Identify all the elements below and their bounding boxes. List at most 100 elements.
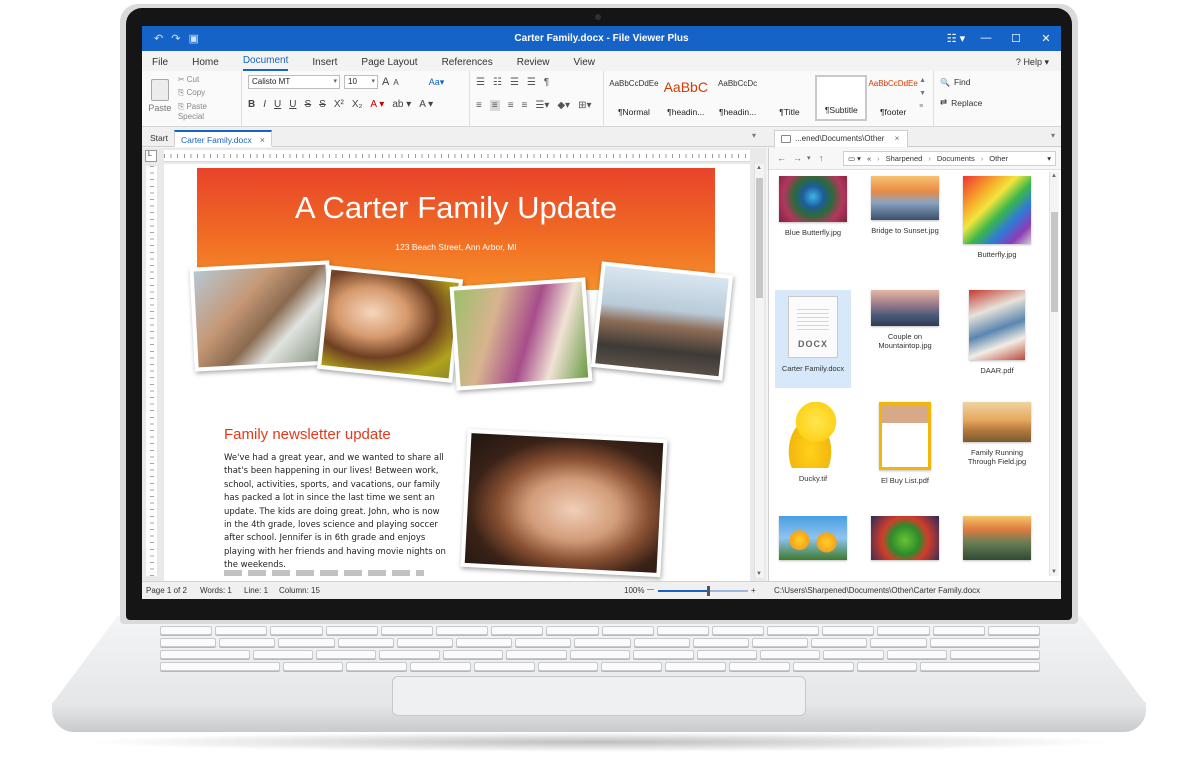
highlight-button[interactable]: ab ▾ bbox=[392, 99, 411, 110]
bold-button[interactable]: B bbox=[248, 99, 255, 110]
file-item-ducky-tif[interactable]: Ducky.tif bbox=[775, 402, 851, 483]
file-item-blue-butterfly-jpg[interactable]: Blue Butterfly.jpg bbox=[775, 176, 851, 237]
photo-boy[interactable] bbox=[189, 260, 335, 372]
undo-icon[interactable]: ↶ bbox=[154, 32, 163, 45]
file-item-frog[interactable] bbox=[867, 516, 943, 560]
cut-button[interactable]: ✂ Cut bbox=[178, 75, 235, 84]
scroll-down-icon[interactable]: ▼ bbox=[756, 571, 762, 577]
tab-carter-family[interactable]: Carter Family.docx × bbox=[174, 130, 272, 147]
file-item-sunflowers[interactable] bbox=[775, 516, 851, 560]
style-headin-1[interactable]: AaBbC ¶headin... bbox=[660, 75, 712, 121]
underline-button[interactable]: U bbox=[274, 99, 281, 110]
photo-family-dinner[interactable] bbox=[449, 277, 593, 391]
forward-icon[interactable]: → bbox=[793, 153, 802, 163]
justify-icon[interactable]: ≡ bbox=[522, 100, 528, 111]
menu-page-layout[interactable]: Page Layout bbox=[361, 57, 417, 71]
align-left-icon[interactable]: ≡ bbox=[476, 100, 482, 111]
file-item-valley[interactable] bbox=[959, 516, 1035, 560]
styles-down-icon[interactable]: ▼ bbox=[919, 90, 929, 97]
file-item-family-running-through-field-jpg[interactable]: Family Running Through Field.jpg bbox=[959, 402, 1035, 466]
tab-list-icon[interactable]: ▾ bbox=[752, 131, 756, 140]
panel-scroll-down-icon[interactable]: ▼ bbox=[1051, 569, 1057, 575]
document-scrollbar[interactable]: ▲ ▼ bbox=[754, 164, 764, 578]
history-dropdown-icon[interactable]: ▾ bbox=[807, 154, 811, 162]
close-panel-tab-icon[interactable]: × bbox=[895, 134, 900, 143]
paste-special-button[interactable]: ⎘ Paste Special bbox=[178, 102, 235, 121]
menu-document[interactable]: Document bbox=[242, 55, 289, 71]
photo-couple-relaxing[interactable] bbox=[590, 261, 734, 381]
menu-home[interactable]: Home bbox=[192, 57, 219, 71]
horizontal-ruler[interactable] bbox=[164, 150, 750, 162]
menu-references[interactable]: References bbox=[442, 57, 493, 71]
redo-icon[interactable]: ↷ bbox=[171, 32, 180, 45]
photo-mother-daughter[interactable] bbox=[316, 265, 464, 383]
pilcrow-icon[interactable]: ¶ bbox=[544, 77, 549, 88]
font-color-button[interactable]: A ▾ bbox=[370, 99, 384, 110]
style-subtitle-4[interactable]: ¶Subtitle bbox=[815, 75, 868, 121]
style-normal-0[interactable]: AaBbCcDdEe ¶Normal bbox=[608, 75, 660, 121]
scroll-up-icon[interactable]: ▲ bbox=[756, 165, 762, 171]
maximize-button[interactable]: ☐ bbox=[1001, 32, 1031, 45]
file-item-butterfly-jpg[interactable]: Butterfly.jpg bbox=[959, 176, 1035, 259]
close-button[interactable]: ✕ bbox=[1031, 32, 1061, 45]
panel-scrollbar[interactable]: ▲ ▼ bbox=[1049, 172, 1059, 576]
double-strikethrough-button[interactable]: S bbox=[319, 99, 326, 110]
change-case-button[interactable]: Aa▾ bbox=[429, 77, 445, 88]
subscript-button[interactable]: X₂ bbox=[352, 99, 363, 110]
font-size-select[interactable]: 10 bbox=[344, 75, 378, 89]
panel-menu-icon[interactable]: ▾ bbox=[1051, 131, 1055, 140]
minimize-button[interactable]: — bbox=[971, 32, 1001, 45]
menu-review[interactable]: Review bbox=[517, 57, 550, 71]
breadcrumb-sharpened[interactable]: Sharpened bbox=[886, 154, 923, 163]
breadcrumb-other[interactable]: Other bbox=[989, 154, 1008, 163]
increase-indent-icon[interactable]: ☰ bbox=[527, 77, 536, 88]
menu-view[interactable]: View bbox=[574, 57, 596, 71]
styles-more-icon[interactable]: ≡ bbox=[919, 103, 929, 110]
styles-up-icon[interactable]: ▲ bbox=[919, 77, 929, 84]
path-breadcrumb[interactable]: ▭ ▾ « › Sharpened › Documents › Other ▾ bbox=[843, 151, 1056, 166]
style-title-3[interactable]: ¶Title bbox=[764, 75, 816, 121]
align-right-icon[interactable]: ≡ bbox=[508, 100, 514, 111]
decrease-indent-icon[interactable]: ☰ bbox=[510, 77, 519, 88]
replace-button[interactable]: ⇄ Replace bbox=[940, 97, 998, 108]
settings-icon[interactable]: ☷ ▾ bbox=[941, 32, 971, 45]
zoom-out-button[interactable]: — bbox=[647, 586, 654, 593]
file-item-bridge-to-sunset-jpg[interactable]: Bridge to Sunset.jpg bbox=[867, 176, 943, 235]
line-spacing-icon[interactable]: ☰▾ bbox=[535, 100, 549, 111]
file-item-carter-family-docx[interactable]: DOCX Carter Family.docx bbox=[775, 290, 851, 388]
tab-start[interactable]: Start bbox=[144, 130, 174, 147]
menu-insert[interactable]: Insert bbox=[312, 57, 337, 71]
style-footer-5[interactable]: AaBbCcDdEe ¶footer bbox=[867, 75, 919, 121]
tab-stop-selector[interactable]: L bbox=[145, 150, 157, 162]
panel-scrollbar-thumb[interactable] bbox=[1051, 212, 1058, 312]
scrollbar-thumb[interactable] bbox=[756, 178, 763, 298]
photo-mother-baby[interactable] bbox=[460, 428, 668, 578]
menu-file[interactable]: File bbox=[152, 57, 168, 71]
fill-icon[interactable]: ◆▾ bbox=[557, 100, 570, 111]
zoom-in-button[interactable]: + bbox=[751, 586, 756, 595]
numbering-icon[interactable]: ☷ bbox=[493, 77, 502, 88]
paste-button[interactable]: Paste bbox=[148, 75, 172, 122]
save-icon[interactable]: ▣ bbox=[188, 32, 198, 45]
document-page[interactable]: A Carter Family Update 123 Beach Street,… bbox=[164, 164, 750, 581]
file-item-couple-on-mountaintop-jpg[interactable]: Couple on Mountaintop.jpg bbox=[867, 290, 943, 350]
borders-icon[interactable]: ⊞▾ bbox=[578, 100, 591, 111]
strikethrough-button[interactable]: S bbox=[304, 99, 311, 110]
back-icon[interactable]: ← bbox=[777, 153, 786, 163]
help-menu[interactable]: ? Help ▾ bbox=[1016, 57, 1049, 68]
close-tab-icon[interactable]: × bbox=[260, 135, 265, 145]
superscript-button[interactable]: X² bbox=[334, 99, 344, 110]
shading-button[interactable]: A ▾ bbox=[419, 99, 433, 110]
zoom-slider-knob[interactable] bbox=[706, 586, 710, 596]
double-underline-button[interactable]: U bbox=[289, 99, 296, 110]
breadcrumb-documents[interactable]: Documents bbox=[937, 154, 975, 163]
shrink-font-button[interactable]: A bbox=[393, 78, 398, 87]
zoom-slider[interactable] bbox=[658, 586, 748, 596]
bullets-icon[interactable]: ☰ bbox=[476, 77, 485, 88]
panel-scroll-up-icon[interactable]: ▲ bbox=[1051, 173, 1057, 179]
italic-button[interactable]: I bbox=[263, 99, 266, 110]
file-item-el-buy-list-pdf[interactable]: El Buy List.pdf bbox=[867, 402, 943, 485]
style-headin-2[interactable]: AaBbCcDc ¶headin... bbox=[712, 75, 764, 121]
align-center-icon[interactable]: ≡ bbox=[489, 100, 500, 111]
grow-font-button[interactable]: A bbox=[382, 76, 389, 88]
